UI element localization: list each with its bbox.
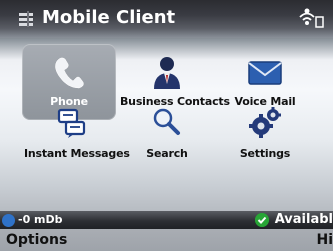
contacts-person-icon [154, 57, 180, 89]
menu-tile-instant-messages[interactable]: Instant Messages [24, 96, 130, 172]
magnifier-icon [153, 108, 180, 135]
tile-label: Settings [239, 147, 291, 160]
chat-bubbles-icon [57, 108, 86, 138]
envelope-icon [248, 61, 282, 85]
phone-handset-icon [55, 57, 84, 89]
right-softkey[interactable]: Hi [316, 232, 333, 248]
softkey-bar: Options Hi [0, 229, 333, 251]
signal-level-text: -0 mDb [18, 213, 63, 226]
wireless-signal-icon [299, 8, 324, 28]
presence-status[interactable]: Availabl [275, 212, 333, 227]
status-bar: -0 mDb Availabl [0, 211, 333, 229]
menu-tile-search[interactable]: Search [120, 96, 214, 172]
mobile-screen: Mobile Client Phone Business Contacts Vo [0, 0, 333, 251]
gears-icon [249, 107, 281, 138]
page-title: Mobile Client [42, 7, 176, 28]
tile-label: Search [146, 147, 188, 160]
signal-strength-icon [2, 214, 15, 227]
checkmark-icon [255, 213, 269, 227]
apps-grid-icon [19, 11, 33, 27]
title-bar: Mobile Client [0, 0, 333, 38]
options-softkey[interactable]: Options [6, 232, 67, 248]
menu-tile-settings[interactable]: Settings [218, 96, 312, 172]
tile-label: Instant Messages [24, 147, 130, 160]
